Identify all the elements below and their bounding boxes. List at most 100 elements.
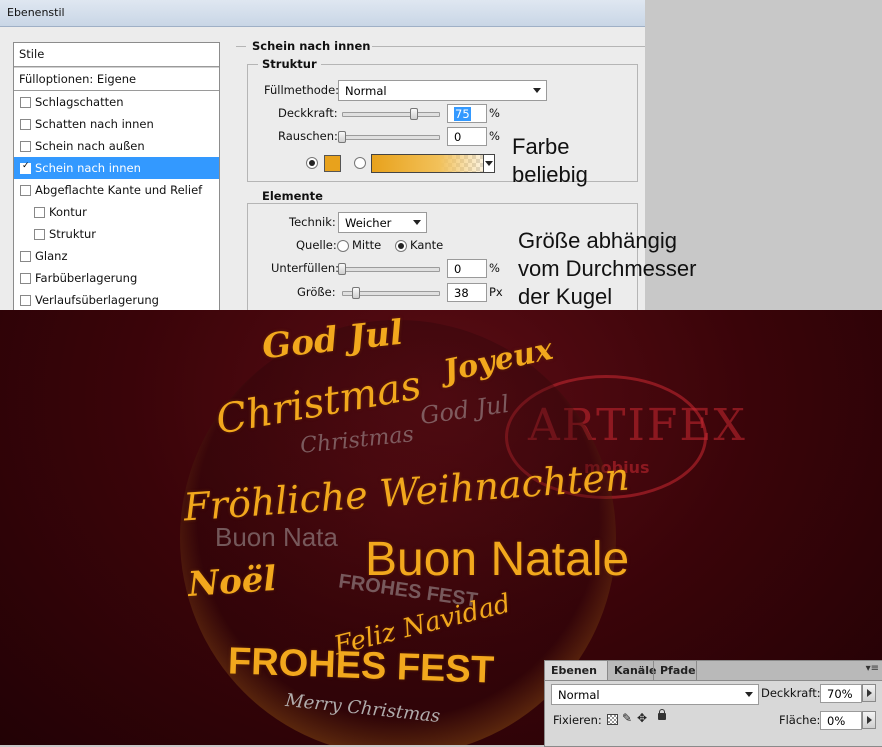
style-item[interactable]: Abgeflachte Kante und Relief [14, 179, 219, 201]
chevron-down-icon [485, 161, 493, 166]
style-checkbox[interactable] [20, 273, 31, 284]
opacity-slider-handle[interactable] [410, 108, 418, 120]
noise-slider[interactable] [342, 135, 440, 140]
opacity-slider[interactable] [342, 112, 440, 117]
panel-menu-icon[interactable]: ▾≡ [866, 663, 879, 674]
size-slider-handle[interactable] [352, 287, 361, 299]
size-input[interactable]: 38 [447, 283, 487, 302]
blend-options-item[interactable]: Fülloptionen: Eigene [14, 68, 219, 90]
fill-spinner[interactable] [862, 711, 876, 729]
dialog-titlebar[interactable]: Ebenenstil [0, 0, 645, 27]
opacity-label: Deckkraft: [278, 106, 338, 120]
style-item-label: Schlagschatten [35, 95, 124, 109]
style-checkbox[interactable] [20, 185, 31, 196]
technique-label: Technik: [289, 215, 336, 229]
fill-input[interactable]: 0% [820, 711, 862, 730]
noise-label: Rauschen: [278, 129, 338, 143]
noise-slider-handle[interactable] [338, 131, 346, 143]
structure-title: Struktur [258, 57, 321, 71]
styles-header[interactable]: Stile [14, 43, 219, 65]
choke-unit: % [489, 261, 500, 275]
technique-value: Weicher [345, 216, 392, 230]
choke-slider-handle[interactable] [338, 263, 346, 275]
color-swatch[interactable] [324, 155, 341, 172]
layer-opacity-value: 70% [827, 687, 853, 701]
style-checkbox[interactable] [34, 207, 45, 218]
style-item-label: Abgeflachte Kante und Relief [35, 183, 203, 197]
greeting-word: Noël [186, 558, 278, 606]
style-item[interactable]: Farbüberlagerung [14, 267, 219, 289]
size-annotation: Größe abhängig vom Durchmesser der Kugel [518, 227, 696, 311]
elements-title: Elemente [258, 189, 327, 203]
chevron-down-icon [533, 88, 541, 93]
blend-mode-label: Füllmethode: [264, 83, 340, 97]
style-item[interactable]: Struktur [14, 223, 219, 245]
style-item-label: Kontur [49, 205, 87, 219]
source-center-label: Mitte [352, 238, 382, 252]
lock-position-icon[interactable]: ✥ [637, 711, 647, 725]
style-item-label: Verlaufsüberlagerung [35, 293, 159, 307]
style-item[interactable]: Schatten nach innen [14, 113, 219, 135]
style-item[interactable]: Verlaufsüberlagerung [14, 289, 219, 310]
size-annotation-line: Größe abhängig [518, 228, 677, 253]
dialog-title: Ebenenstil [7, 6, 65, 19]
tab-channels[interactable]: Kanäle [607, 661, 656, 680]
gradient-radio[interactable] [354, 157, 366, 169]
chevron-down-icon [745, 692, 753, 697]
layers-panel: Ebenen Kanäle Pfade ▾≡ Normal Deckkraft:… [544, 660, 882, 747]
noise-input[interactable]: 0 [447, 127, 487, 146]
style-item[interactable]: ✓ Schein nach innen [14, 157, 219, 179]
style-item-label: Glanz [35, 249, 68, 263]
style-item[interactable]: Glanz [14, 245, 219, 267]
style-checkbox[interactable] [20, 119, 31, 130]
opacity-unit: % [489, 106, 500, 120]
source-label: Quelle: [296, 238, 337, 252]
choke-label: Unterfüllen: [271, 261, 339, 275]
checkmark-icon: ✓ [22, 161, 30, 171]
size-value: 38 [454, 286, 469, 300]
gradient-dropdown[interactable] [483, 155, 494, 172]
style-checkbox[interactable] [20, 295, 31, 306]
size-annotation-line: der Kugel [518, 284, 613, 309]
lock-image-icon[interactable]: ✎ [622, 711, 632, 725]
solid-color-radio[interactable] [306, 157, 318, 169]
size-unit: Px [489, 285, 503, 299]
tab-layers[interactable]: Ebenen [545, 661, 607, 680]
gradient-swatch[interactable] [371, 154, 495, 173]
blend-options-label: Fülloptionen: Eigene [19, 72, 137, 86]
size-label: Größe: [297, 285, 336, 299]
style-item-label: Schein nach innen [35, 161, 141, 175]
style-checkbox[interactable] [20, 141, 31, 152]
chevron-down-icon [413, 220, 421, 225]
tab-paths-label: Pfade [660, 664, 696, 677]
style-checkbox[interactable] [34, 229, 45, 240]
layer-opacity-spinner[interactable] [862, 684, 876, 702]
tab-paths[interactable]: Pfade [653, 661, 697, 680]
source-edge-radio[interactable] [395, 240, 407, 252]
lock-all-icon[interactable] [658, 709, 666, 720]
section-title: Schein nach innen [252, 39, 371, 53]
style-checkbox[interactable] [20, 97, 31, 108]
technique-select[interactable]: Weicher [338, 212, 427, 233]
choke-slider[interactable] [342, 267, 440, 272]
layer-opacity-input[interactable]: 70% [820, 684, 862, 703]
color-annotation-line: Farbe [512, 134, 570, 159]
layer-blend-mode-select[interactable]: Normal [551, 684, 759, 705]
styles-list: Stile Fülloptionen: Eigene Schlagschatte… [13, 42, 220, 310]
color-annotation: Farbe beliebig [512, 133, 588, 189]
style-item[interactable]: Schlagschatten [14, 91, 219, 113]
noise-unit: % [489, 129, 500, 143]
lock-transparency-icon[interactable] [607, 714, 618, 725]
style-item[interactable]: Schein nach außen [14, 135, 219, 157]
style-item[interactable]: Kontur [14, 201, 219, 223]
blend-mode-select[interactable]: Normal [338, 80, 547, 101]
style-checkbox[interactable] [20, 251, 31, 262]
source-center-radio[interactable] [337, 240, 349, 252]
source-edge-label: Kante [410, 238, 444, 252]
style-checkbox[interactable]: ✓ [20, 161, 31, 174]
lock-label: Fixieren: [553, 713, 602, 727]
noise-value: 0 [454, 130, 462, 144]
choke-input[interactable]: 0 [447, 259, 487, 278]
opacity-input[interactable]: 75 [447, 104, 487, 123]
opacity-value: 75 [454, 107, 471, 121]
